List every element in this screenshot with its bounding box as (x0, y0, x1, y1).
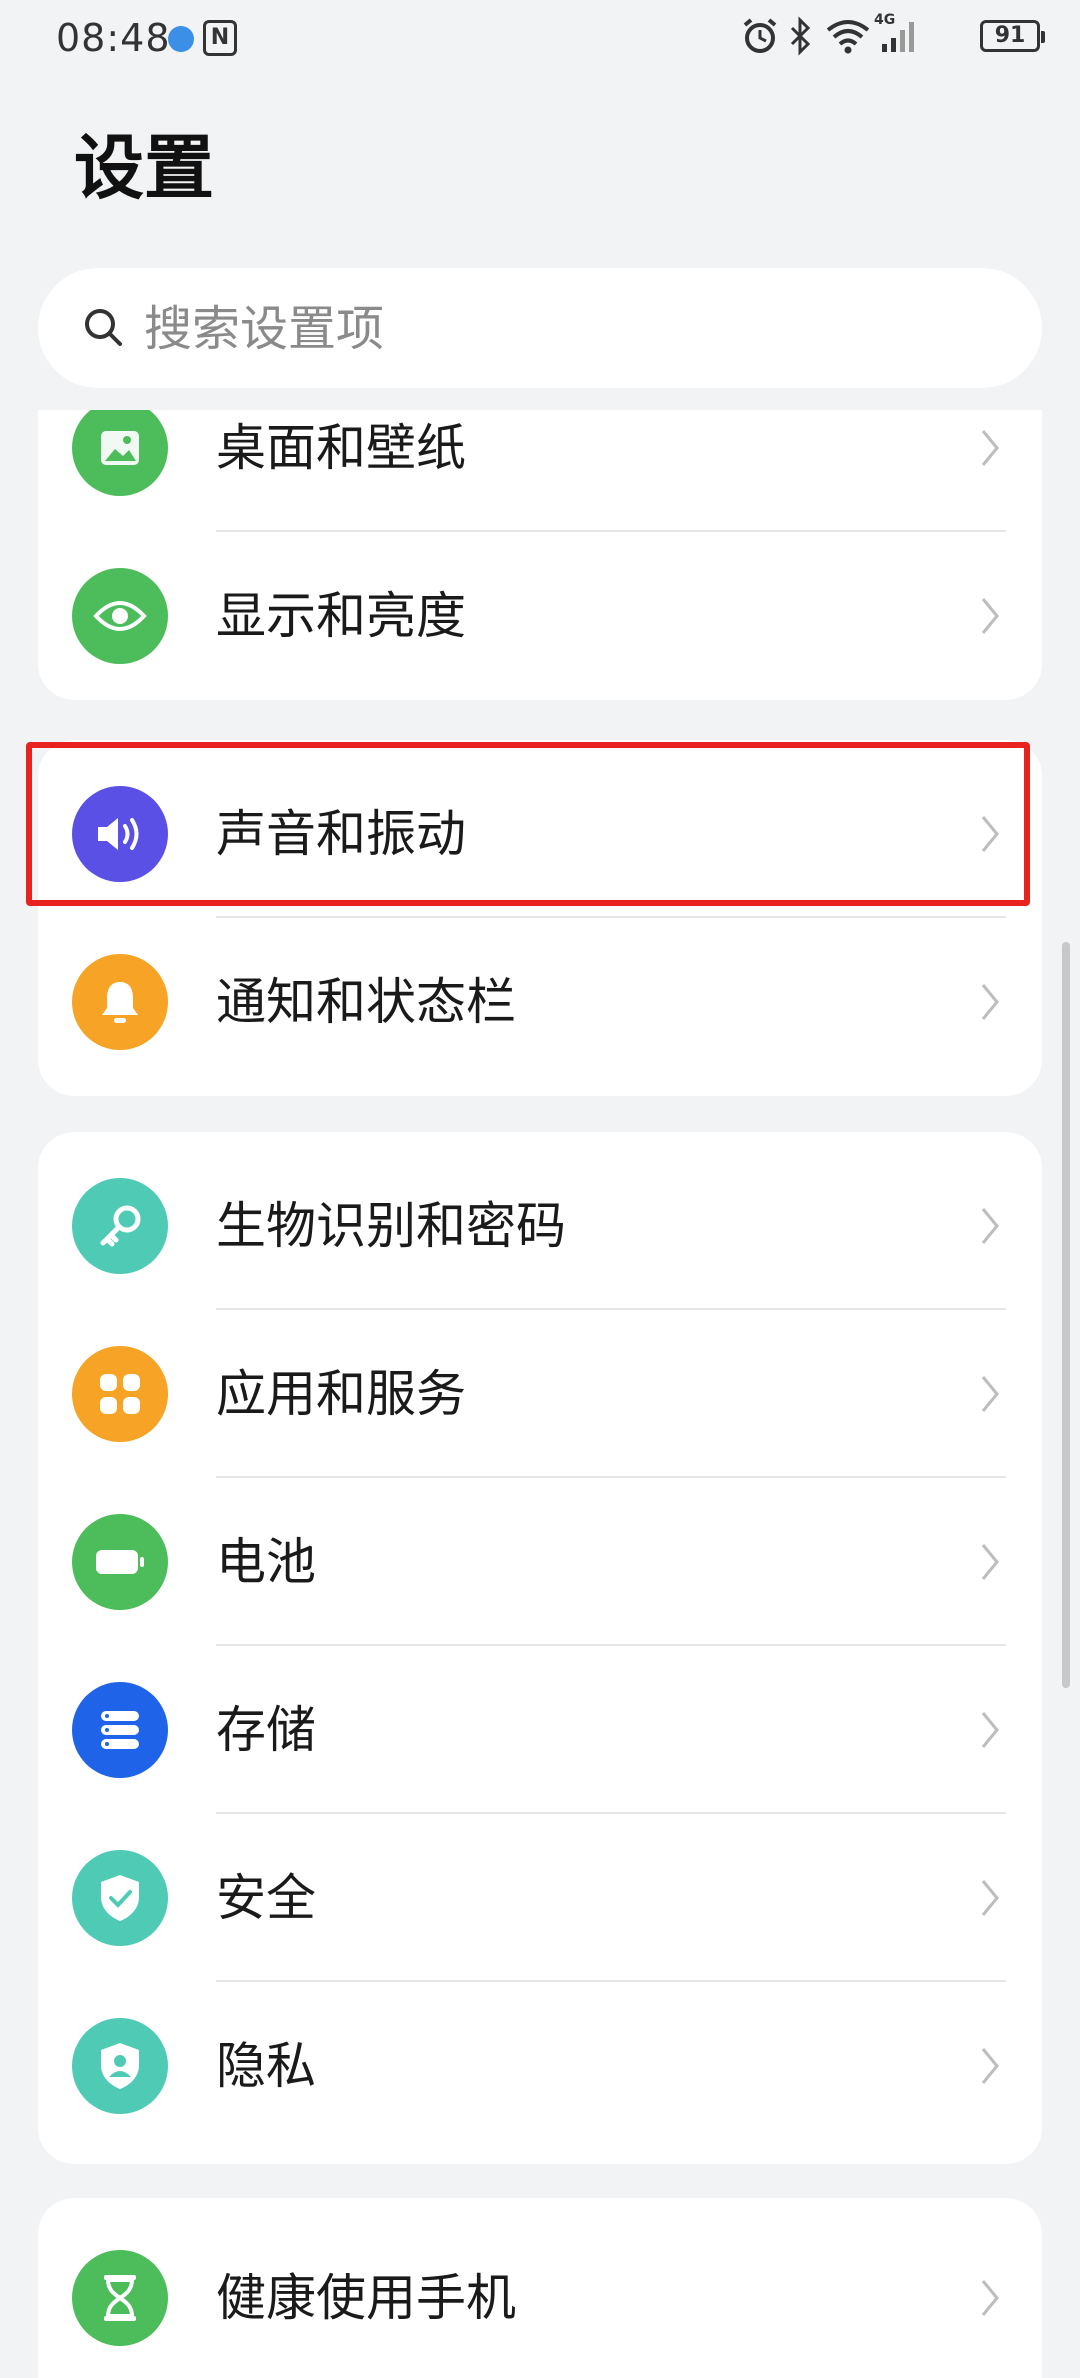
chevron-right-icon (981, 2048, 999, 2084)
page-title: 设置 (74, 127, 214, 209)
apps-icon (72, 1346, 168, 1442)
settings-group-display: 桌面和壁纸 显示和亮度 (38, 410, 1042, 700)
chevron-right-icon (981, 1376, 999, 1412)
chevron-right-icon (981, 598, 999, 634)
wifi-icon (826, 20, 870, 54)
scrollbar[interactable] (1062, 942, 1070, 1688)
settings-item-label: 显示和亮度 (216, 587, 466, 645)
settings-item-storage[interactable]: 存储 (38, 1646, 1042, 1814)
chevron-right-icon (981, 430, 999, 466)
signal-icon (882, 22, 914, 52)
chevron-right-icon (981, 1880, 999, 1916)
settings-item-label: 通知和状态栏 (216, 973, 516, 1031)
settings-item-apps[interactable]: 应用和服务 (38, 1310, 1042, 1478)
alarm-icon (743, 18, 777, 53)
eye-icon (72, 568, 168, 664)
status-bar: 08:48 N 4G 91 (0, 0, 1080, 80)
bell-icon (72, 954, 168, 1050)
settings-item-label: 桌面和壁纸 (216, 419, 466, 477)
battery-icon (72, 1514, 168, 1610)
chevron-right-icon (981, 1544, 999, 1580)
chevron-right-icon (981, 984, 999, 1020)
settings-item-wallpaper[interactable]: 桌面和壁纸 (38, 410, 1042, 532)
battery-indicator: 91 (980, 20, 1045, 52)
settings-item-display[interactable]: 显示和亮度 (38, 532, 1042, 700)
settings-item-label: 生物识别和密码 (216, 1197, 566, 1255)
hourglass-icon (72, 2250, 168, 2346)
settings-item-label: 应用和服务 (216, 1365, 466, 1423)
settings-item-privacy[interactable]: 隐私 (38, 1982, 1042, 2150)
settings-item-label: 健康使用手机 (216, 2269, 516, 2327)
settings-item-label: 存储 (216, 1701, 316, 1759)
settings-item-label: 安全 (216, 1869, 316, 1927)
nfc-icon: N (203, 20, 237, 56)
bluetooth-icon (790, 16, 811, 56)
wallpaper-icon (72, 410, 168, 496)
settings-item-battery[interactable]: 电池 (38, 1478, 1042, 1646)
settings-item-label: 电池 (216, 1533, 316, 1591)
settings-group-wellbeing: 健康使用手机 (38, 2198, 1042, 2378)
key-icon (72, 1178, 168, 1274)
search-icon (85, 309, 122, 346)
settings-item-digital-balance[interactable]: 健康使用手机 (38, 2214, 1042, 2378)
privacy-shield-icon (72, 2018, 168, 2114)
settings-item-label: 隐私 (216, 2037, 316, 2095)
settings-item-biometrics[interactable]: 生物识别和密码 (38, 1142, 1042, 1310)
chevron-right-icon (981, 1712, 999, 1748)
search-bar[interactable] (38, 268, 1042, 390)
status-icons: 4G 91 (740, 12, 1045, 60)
search-input[interactable] (142, 268, 1006, 390)
chevron-right-icon (981, 1208, 999, 1244)
shield-check-icon (72, 1850, 168, 1946)
storage-icon (72, 1682, 168, 1778)
status-time: 08:48 (56, 16, 171, 60)
settings-group-system: 生物识别和密码 应用和服务 电池 存储 安全 隐私 (38, 1132, 1042, 2164)
chevron-right-icon (981, 2280, 999, 2316)
settings-item-security[interactable]: 安全 (38, 1814, 1042, 1982)
settings-item-notifications[interactable]: 通知和状态栏 (38, 918, 1042, 1086)
app-notification-icon (168, 26, 194, 52)
highlight-box (26, 742, 1030, 906)
